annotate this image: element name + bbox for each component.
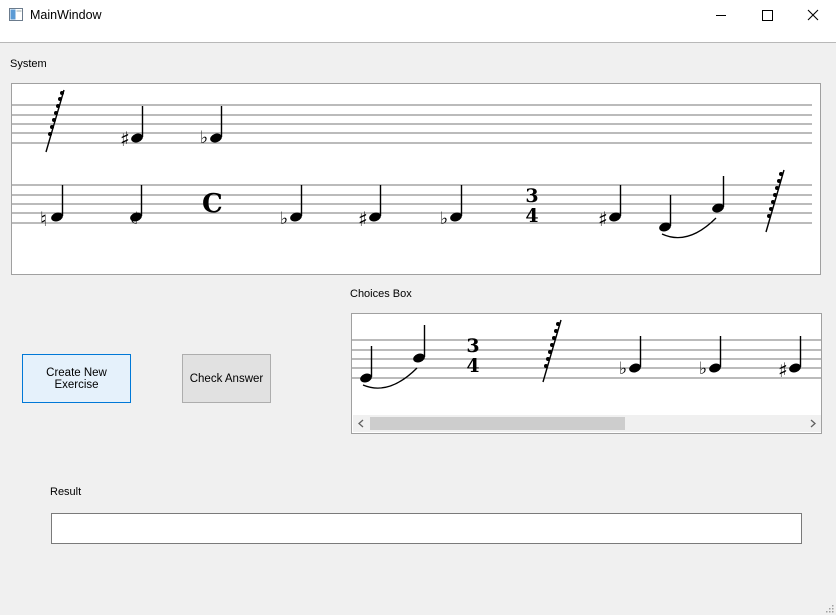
result-label: Result [50, 486, 82, 498]
horizontal-scrollbar[interactable] [353, 415, 821, 432]
create-new-exercise-button[interactable]: Create New Exercise [22, 354, 131, 403]
flat-quarter-note-2: ♭ [280, 185, 303, 229]
sharp-quarter-note-3: ♯ [598, 185, 622, 231]
close-icon [807, 9, 819, 21]
result-field[interactable] [51, 513, 802, 544]
common-time-symbol: C [202, 189, 223, 219]
choice-slurred-quarter-notes[interactable] [359, 325, 426, 389]
choice-flat-quarter-note-1[interactable]: ♭ [619, 336, 642, 379]
svg-text:4: 4 [525, 205, 538, 227]
scroll-left-button[interactable] [353, 415, 370, 432]
svg-text:♮: ♮ [40, 207, 47, 231]
menu-bar [0, 31, 836, 43]
svg-text:♯: ♯ [358, 207, 368, 231]
maximize-icon [762, 10, 773, 21]
half-flat-quarter-note: ♭ [130, 185, 143, 229]
maximize-button[interactable] [744, 0, 790, 31]
svg-text:♭: ♭ [619, 359, 627, 379]
minimize-button[interactable] [698, 0, 744, 31]
svg-text:♭: ♭ [200, 128, 208, 148]
system-label: System [10, 58, 47, 70]
title-bar: MainWindow [0, 0, 836, 31]
system-view[interactable]: ♯ ♭ ♮ ♭ C ♭ ♯ [11, 83, 821, 275]
resize-grip-icon[interactable] [824, 603, 834, 613]
svg-text:4: 4 [466, 355, 479, 377]
sharp-quarter-note-2: ♯ [358, 185, 382, 231]
svg-text:♯: ♯ [598, 207, 608, 231]
svg-text:3: 3 [466, 335, 479, 357]
svg-text:3: 3 [525, 185, 538, 207]
choices-box[interactable]: 3 4 ♭ ♭ ♯ [351, 313, 822, 434]
svg-text:♯: ♯ [120, 127, 130, 151]
window-title: MainWindow [30, 8, 102, 22]
choices-score: 3 4 ♭ ♭ ♯ [352, 319, 821, 389]
scroll-thumb[interactable] [370, 417, 625, 430]
chevron-right-icon [810, 419, 816, 428]
svg-text:♯: ♯ [778, 358, 788, 382]
scroll-right-button[interactable] [804, 415, 821, 432]
sharp-quarter-note-1: ♯ [120, 106, 144, 151]
choice-flat-quarter-note-2[interactable]: ♭ [699, 336, 722, 379]
system-score: ♯ ♭ ♮ ♭ C ♭ ♯ [12, 89, 812, 239]
chevron-left-icon [358, 419, 364, 428]
natural-quarter-note: ♮ [40, 185, 64, 231]
choices-label: Choices Box [350, 288, 412, 300]
flat-quarter-note-1: ♭ [200, 106, 223, 148]
minimize-icon [716, 15, 726, 16]
choice-time-signature-3-4[interactable]: 3 4 [466, 335, 479, 377]
app-window-icon [9, 8, 23, 21]
close-button[interactable] [790, 0, 836, 31]
svg-text:♭: ♭ [699, 359, 707, 379]
svg-text:♭: ♭ [440, 209, 448, 229]
time-signature-3-4: 3 4 [525, 185, 538, 227]
check-answer-button[interactable]: Check Answer [182, 354, 271, 403]
svg-text:♭: ♭ [280, 209, 288, 229]
choice-grace-slash-ornament[interactable] [542, 319, 562, 383]
flat-quarter-note-3: ♭ [440, 185, 463, 229]
